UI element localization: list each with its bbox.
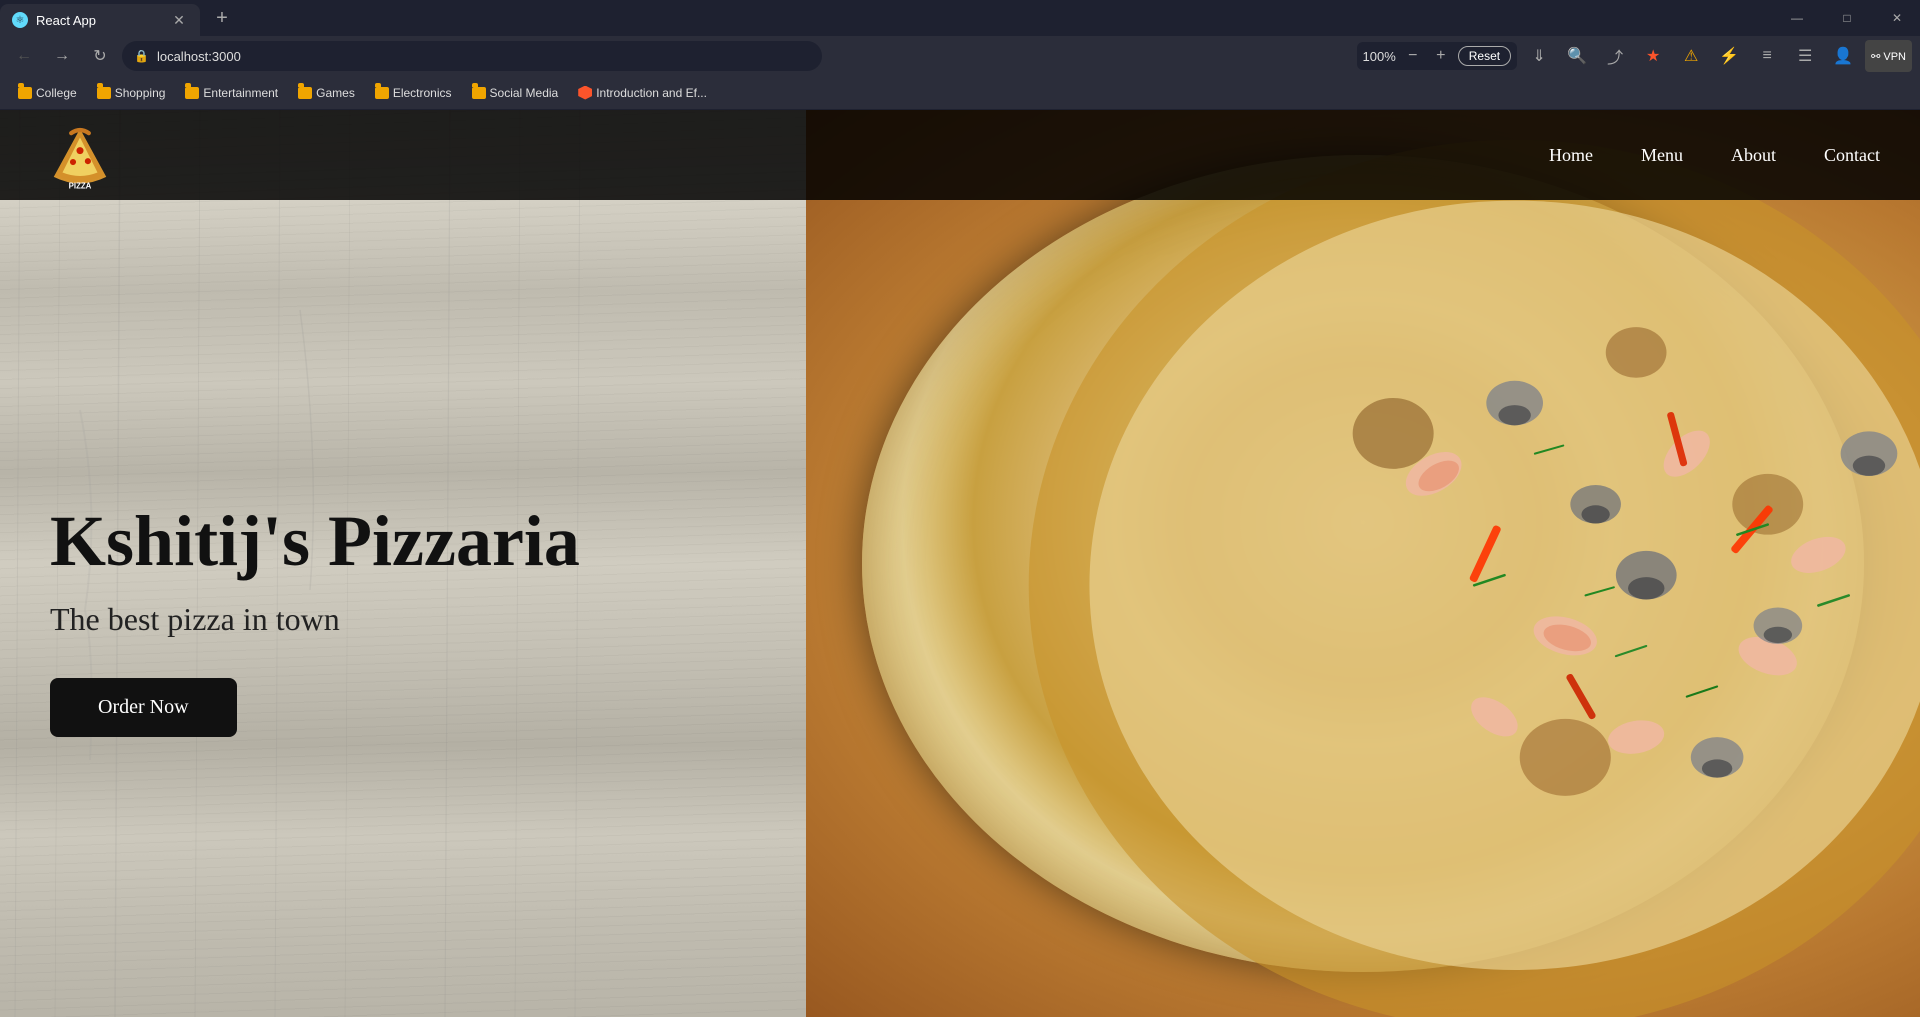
folder-icon	[18, 87, 32, 99]
hero-text-content: Kshitij's Pizzaria The best pizza in tow…	[50, 502, 580, 737]
toolbar-right: 100% − + Reset ⇓ 🔍 ⤴ ★ ⚠ ⚡ ≡ ☰ 👤 ⚯ VPN	[1357, 40, 1913, 72]
bookmark-label: Social Media	[490, 86, 559, 100]
tab-bar: ⚛ React App ✕ + — □ ✕	[0, 0, 1920, 36]
bookmark-label: Games	[316, 86, 355, 100]
nav-menu[interactable]: Menu	[1641, 145, 1683, 166]
share-icon[interactable]: ⤴	[1599, 40, 1631, 72]
url-text: localhost:3000	[157, 49, 241, 64]
nav-about[interactable]: About	[1731, 145, 1776, 166]
tab-favicon: ⚛	[12, 12, 28, 28]
address-bar[interactable]: 🔒 localhost:3000	[122, 41, 822, 71]
bookmark-entertainment[interactable]: Entertainment	[179, 84, 284, 102]
bookmark-electronics[interactable]: Electronics	[369, 84, 458, 102]
zoom-level: 100%	[1363, 49, 1396, 64]
bookmark-label: Entertainment	[203, 86, 278, 100]
pizza-toppings-svg	[806, 110, 1920, 1017]
nav-contact[interactable]: Contact	[1824, 145, 1880, 166]
bookmark-introduction[interactable]: Introduction and Ef...	[572, 84, 713, 102]
brave-icon	[578, 86, 592, 100]
folder-icon	[185, 87, 199, 99]
download-icon[interactable]: ⇓	[1523, 40, 1555, 72]
hero-title: Kshitij's Pizzaria	[50, 502, 580, 581]
bookmark-college[interactable]: College	[12, 84, 83, 102]
hero-subtitle: The best pizza in town	[50, 601, 580, 638]
navigation-bar: PIZZA Home Menu About Contact	[0, 110, 1920, 200]
forward-button[interactable]: →	[46, 40, 78, 72]
bookmark-social-media[interactable]: Social Media	[466, 84, 565, 102]
bookmark-label: College	[36, 86, 77, 100]
pizza-image	[806, 110, 1920, 1017]
logo-area: PIZZA	[40, 115, 120, 195]
close-button[interactable]: ✕	[1874, 0, 1920, 36]
folder-icon	[97, 87, 111, 99]
active-tab[interactable]: ⚛ React App ✕	[0, 4, 200, 36]
maximize-button[interactable]: □	[1824, 0, 1870, 36]
browser-chrome: ⚛ React App ✕ + — □ ✕ ← → ↻ 🔒 localhost:…	[0, 0, 1920, 110]
zoom-out-button[interactable]: −	[1402, 45, 1424, 67]
folder-icon	[375, 87, 389, 99]
bookmark-label: Shopping	[115, 86, 166, 100]
pizza-logo: PIZZA	[40, 115, 120, 195]
website-content: PIZZA Home Menu About Contact Kshitij's …	[0, 110, 1920, 1017]
extensions-icon[interactable]: ⚡	[1713, 40, 1745, 72]
nav-links: Home Menu About Contact	[1549, 145, 1880, 166]
bookmark-games[interactable]: Games	[292, 84, 361, 102]
back-button[interactable]: ←	[8, 40, 40, 72]
zoom-icon[interactable]: 🔍	[1561, 40, 1593, 72]
profile-icon[interactable]: 👤	[1827, 40, 1859, 72]
zoom-in-button[interactable]: +	[1430, 45, 1452, 67]
bookmark-label: Introduction and Ef...	[596, 86, 707, 100]
bookmarks-bar: College Shopping Entertainment Games Ele…	[0, 76, 1920, 110]
pizza-logo-svg: PIZZA	[45, 120, 115, 190]
order-now-button[interactable]: Order Now	[50, 678, 237, 737]
zoom-reset-button[interactable]: Reset	[1458, 46, 1511, 66]
window-controls: — □ ✕	[1774, 0, 1920, 36]
zoom-controls: 100% − + Reset	[1357, 42, 1518, 70]
nav-home[interactable]: Home	[1549, 145, 1593, 166]
alert-icon[interactable]: ⚠	[1675, 40, 1707, 72]
sync-icon[interactable]: ≡	[1751, 40, 1783, 72]
tab-title: React App	[36, 13, 162, 28]
vpn-icon[interactable]: ⚯ VPN	[1865, 40, 1912, 72]
sidebar-icon[interactable]: ☰	[1789, 40, 1821, 72]
bookmark-shopping[interactable]: Shopping	[91, 84, 172, 102]
svg-text:PIZZA: PIZZA	[69, 181, 92, 190]
minimize-button[interactable]: —	[1774, 0, 1820, 36]
reload-button[interactable]: ↻	[84, 40, 116, 72]
folder-icon	[472, 87, 486, 99]
new-tab-button[interactable]: +	[208, 4, 236, 32]
folder-icon	[298, 87, 312, 99]
lock-icon: 🔒	[134, 49, 149, 63]
hero-right-panel	[806, 110, 1920, 1017]
tab-close-button[interactable]: ✕	[170, 11, 188, 29]
bookmark-label: Electronics	[393, 86, 452, 100]
brave-shield-icon[interactable]: ★	[1637, 40, 1669, 72]
address-bar-row: ← → ↻ 🔒 localhost:3000 100% − + Reset ⇓ …	[0, 36, 1920, 76]
